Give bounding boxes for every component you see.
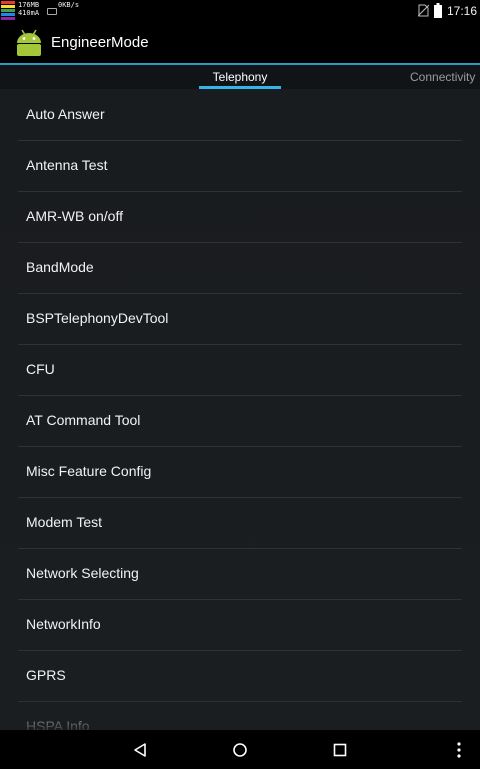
list-item-label: Auto Answer [26, 106, 105, 122]
list-item-label: AT Command Tool [26, 412, 141, 428]
recents-button[interactable] [318, 730, 362, 769]
list-item-label: NetworkInfo [26, 616, 101, 632]
list-item-at-command-tool[interactable]: AT Command Tool [0, 395, 480, 446]
list-item-label: Antenna Test [26, 157, 108, 173]
current-text: 410mA [18, 9, 40, 17]
status-bar: 176MB 410mA 0KB/s 17:16 [0, 0, 480, 22]
list-item-network-selecting[interactable]: Network Selecting [0, 548, 480, 599]
overflow-menu-icon [457, 741, 461, 758]
clock: 17:16 [447, 4, 478, 18]
navigation-bar [0, 730, 480, 769]
back-button[interactable] [118, 730, 162, 769]
action-bar: EngineerMode [0, 22, 480, 63]
list-item-antenna-test[interactable]: Antenna Test [0, 140, 480, 191]
status-stats: 176MB 410mA [18, 1, 39, 17]
home-button[interactable] [218, 730, 262, 769]
list-item-misc-feature-config[interactable]: Misc Feature Config [0, 446, 480, 497]
feature-list[interactable]: Auto Answer Antenna Test AMR-WB on/off B… [0, 89, 480, 730]
overflow-menu-button[interactable] [444, 730, 474, 769]
list-item-label: HSPA Info [26, 718, 90, 730]
network-speed-text: 0KB/s [58, 1, 80, 9]
list-item-label: BandMode [26, 259, 94, 275]
cpu-meter-icon [1, 1, 15, 20]
memory-text: 176MB [18, 1, 40, 9]
list-item-label: AMR-WB on/off [26, 208, 123, 224]
list-item-label: Modem Test [26, 514, 102, 530]
list-item-networkinfo[interactable]: NetworkInfo [0, 599, 480, 650]
list-item-cfu[interactable]: CFU [0, 344, 480, 395]
battery-icon [434, 3, 442, 18]
list-item-modem-test[interactable]: Modem Test [0, 497, 480, 548]
no-sim-icon [418, 4, 429, 17]
list-item-label: CFU [26, 361, 55, 377]
app-title: EngineerMode [51, 34, 149, 51]
list-item-label: GPRS [26, 667, 66, 683]
list-item-hspa-info[interactable]: HSPA Info [0, 701, 480, 730]
phone-icon [47, 8, 57, 15]
list-item-label: BSPTelephonyDevTool [26, 310, 169, 326]
list-item-gprs[interactable]: GPRS [0, 650, 480, 701]
list-item-label: Misc Feature Config [26, 463, 152, 479]
list-item-label: Network Selecting [26, 565, 139, 581]
android-icon[interactable] [13, 27, 45, 59]
tab-connectivity[interactable]: Connectivity [410, 70, 475, 84]
list-item-amr-wb[interactable]: AMR-WB on/off [0, 191, 480, 242]
recents-icon [333, 743, 347, 756]
list-item-auto-answer[interactable]: Auto Answer [0, 89, 480, 140]
list-item-bandmode[interactable]: BandMode [0, 242, 480, 293]
home-icon [233, 742, 247, 757]
list-item-bsp-telephony-dev-tool[interactable]: BSPTelephonyDevTool [0, 293, 480, 344]
back-icon [134, 742, 146, 757]
tab-telephony[interactable]: Telephony [199, 70, 281, 84]
